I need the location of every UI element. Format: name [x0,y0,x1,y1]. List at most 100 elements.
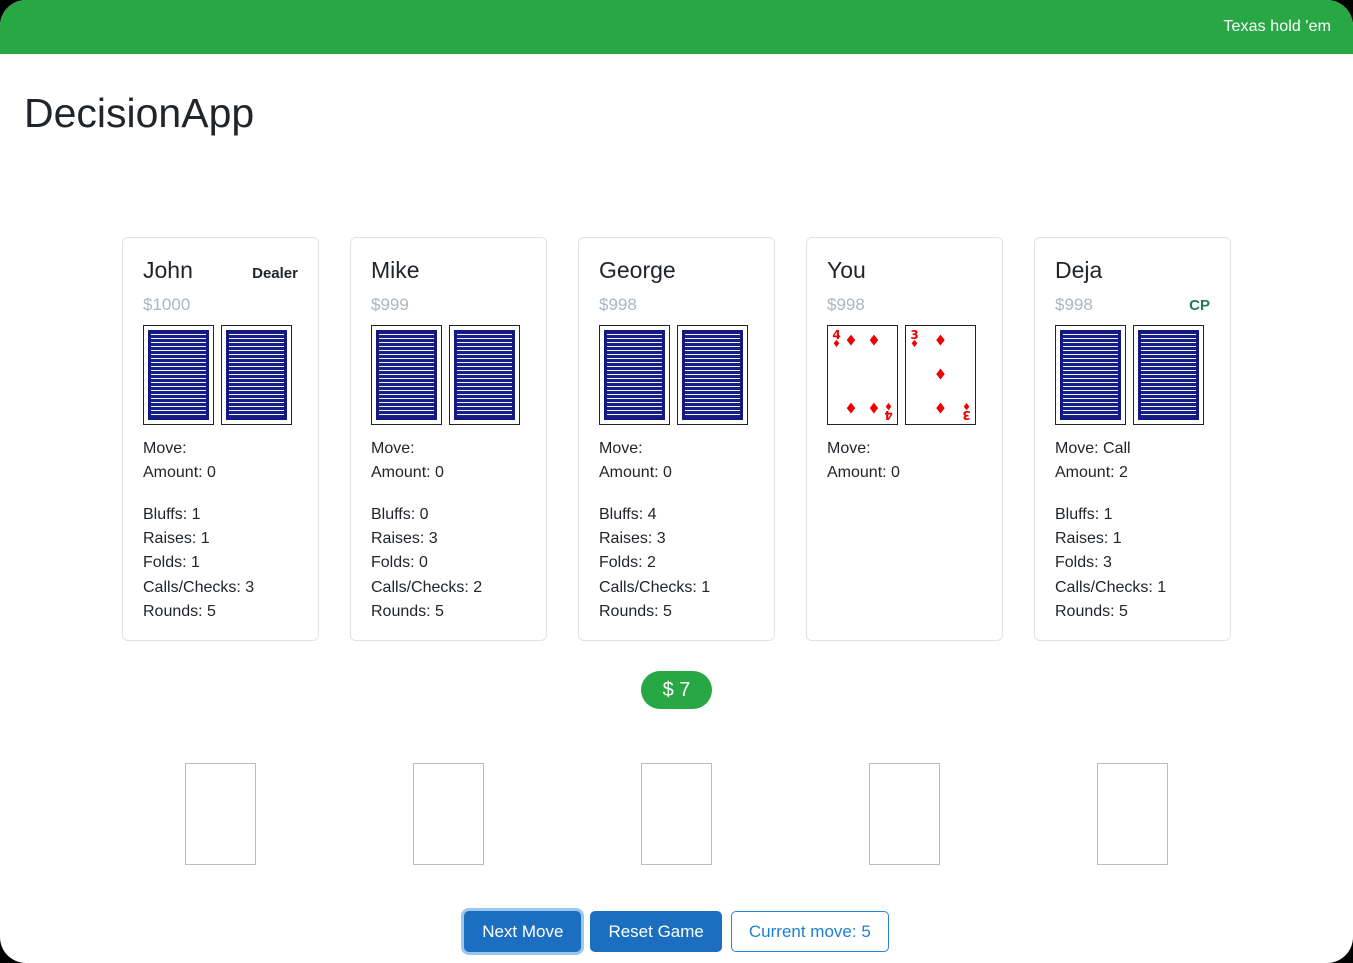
dealer-badge: Dealer [252,265,298,282]
hole-card-back [1055,325,1126,425]
card-pip-diamonds: ♦ [844,331,858,350]
player-stack: $998 [599,295,637,314]
player-amount: Amount: 0 [371,464,444,482]
player-stat-bluffs: Bluffs: 4 [599,505,657,523]
next-move-button[interactable]: Next Move [464,911,582,952]
card-pip-diamonds: ♦ [844,399,858,418]
card-corner-index: 3 ♦ [910,328,919,350]
community-card-slot [185,763,256,865]
player-move-block: Move: Amount: 0 [827,437,982,486]
player-move-block: Move: Amount: 0 [599,437,754,486]
player-stack-row: $1000 [143,295,298,316]
player-stack-row: $999 [371,295,526,316]
player-stat-raises: Raises: 3 [599,529,666,547]
hole-card-back [599,325,670,425]
player-header: Mike [371,257,526,284]
player-hand [143,325,298,425]
player-move: Move: [827,440,871,457]
player-stack: $998 [827,295,865,314]
player-card-mike[interactable]: Mike $999 Move: Amount: 0 Bluffs: 0 Raises: 3… [350,237,547,642]
hole-card-back [677,325,748,425]
player-stat-calls-checks: Calls/Checks: 1 [1055,578,1167,596]
card-pip-diamonds: ♦ [867,331,881,350]
player-stats-block: Bluffs: 1 Raises: 1 Folds: 1 Calls/Checks: … [143,503,298,625]
hole-card-back [221,325,292,425]
player-header: You [827,257,982,284]
player-stat-rounds: Rounds: 5 [143,602,216,620]
player-card-john[interactable]: John Dealer $1000 Move: Amount: 0 Bluffs: 1 Ra… [122,237,319,642]
community-card-slot [641,763,712,865]
community-cards-row [0,763,1353,865]
navbar: Texas hold 'em [0,0,1353,54]
player-stat-rounds: Rounds: 5 [1055,602,1128,620]
player-name: Deja [1055,257,1103,283]
player-header: John Dealer [143,257,298,284]
player-stack-row: $998 [827,295,982,316]
player-card-deja[interactable]: Deja $998 CP Move: Call Amount: 2 Bluffs: 1 Ra… [1034,237,1231,642]
community-card-slot [1097,763,1168,865]
player-header: Deja [1055,257,1210,284]
player-amount: Amount: 2 [1055,464,1128,482]
player-stack-row: $998 CP [1055,295,1210,316]
player-stat-raises: Raises: 3 [371,529,438,547]
community-card-slot [869,763,940,865]
player-stat-rounds: Rounds: 5 [371,602,444,620]
card-back-pattern [148,330,209,420]
card-pip-diamonds: ♦ [933,365,948,384]
card-pip-area: ♦ ♦ ♦ [920,330,961,420]
hole-card-face-3-diamonds: 3 ♦ 3 ♦ ♦ ♦ ♦ [905,325,976,425]
pot-chip: $ 7 [640,671,713,709]
player-card-you[interactable]: You $998 4 ♦ 4 ♦ ♦ ♦ ♦ ♦ 3 ♦ 3 ♦ ♦ ♦ ♦ Move: Amount: 0 [806,237,1003,642]
player-stat-folds: Folds: 0 [371,554,428,572]
players-row: John Dealer $1000 Move: Amount: 0 Bluffs: 1 Ra… [0,237,1353,642]
controls-bar: Next Move Reset Game Current move: 5 [0,911,1353,952]
current-player-badge: CP [1189,297,1210,314]
player-stack-row: $998 [599,295,754,316]
player-stack: $1000 [143,295,191,314]
hole-card-back [449,325,520,425]
card-pip-diamonds: ♦ [933,399,948,418]
card-back-pattern [454,330,515,420]
card-corner-index: 4 ♦ [884,400,893,422]
player-stat-bluffs: Bluffs: 1 [143,505,201,523]
player-stat-calls-checks: Calls/Checks: 2 [371,578,483,596]
current-move-badge[interactable]: Current move: 5 [730,911,889,952]
card-back-pattern [1060,330,1121,420]
player-stat-bluffs: Bluffs: 1 [1055,505,1113,523]
player-stats-block: Bluffs: 0 Raises: 3 Folds: 0 Calls/Checks: … [371,503,526,625]
player-amount: Amount: 0 [143,464,216,482]
player-move-block: Move: Amount: 0 [371,437,526,486]
hole-card-back [371,325,442,425]
navbar-brand[interactable]: Texas hold 'em [1223,18,1331,36]
player-name: John [143,257,193,283]
player-card-george[interactable]: George $998 Move: Amount: 0 Bluffs: 4 Raises:… [578,237,775,642]
player-move-block: Move: Call Amount: 2 [1055,437,1210,486]
player-stat-folds: Folds: 3 [1055,554,1112,572]
player-amount: Amount: 0 [599,464,672,482]
card-back-pattern [1138,330,1199,420]
player-name: You [827,257,866,283]
app-page: Texas hold 'em DecisionApp John Dealer $10… [0,0,1353,963]
player-stat-raises: Raises: 1 [143,529,210,547]
player-stat-bluffs: Bluffs: 0 [371,505,429,523]
hole-card-back [143,325,214,425]
player-stat-raises: Raises: 1 [1055,529,1122,547]
player-hand [599,325,754,425]
player-name: George [599,257,676,283]
card-back-pattern [682,330,743,420]
player-stat-folds: Folds: 1 [143,554,200,572]
player-name: Mike [371,257,420,283]
player-amount: Amount: 0 [827,464,900,482]
page-title: DecisionApp [24,90,255,136]
card-corner-index: 4 ♦ [832,328,841,350]
card-back-pattern [376,330,437,420]
hole-card-back [1133,325,1204,425]
reset-game-button[interactable]: Reset Game [590,911,722,952]
player-stat-calls-checks: Calls/Checks: 1 [599,578,711,596]
player-move: Move: Call [1055,440,1131,457]
player-stat-rounds: Rounds: 5 [599,602,672,620]
player-stat-calls-checks: Calls/Checks: 3 [143,578,255,596]
community-card-slot [413,763,484,865]
player-hand [1055,325,1210,425]
pot-area: $ 7 [0,671,1353,709]
